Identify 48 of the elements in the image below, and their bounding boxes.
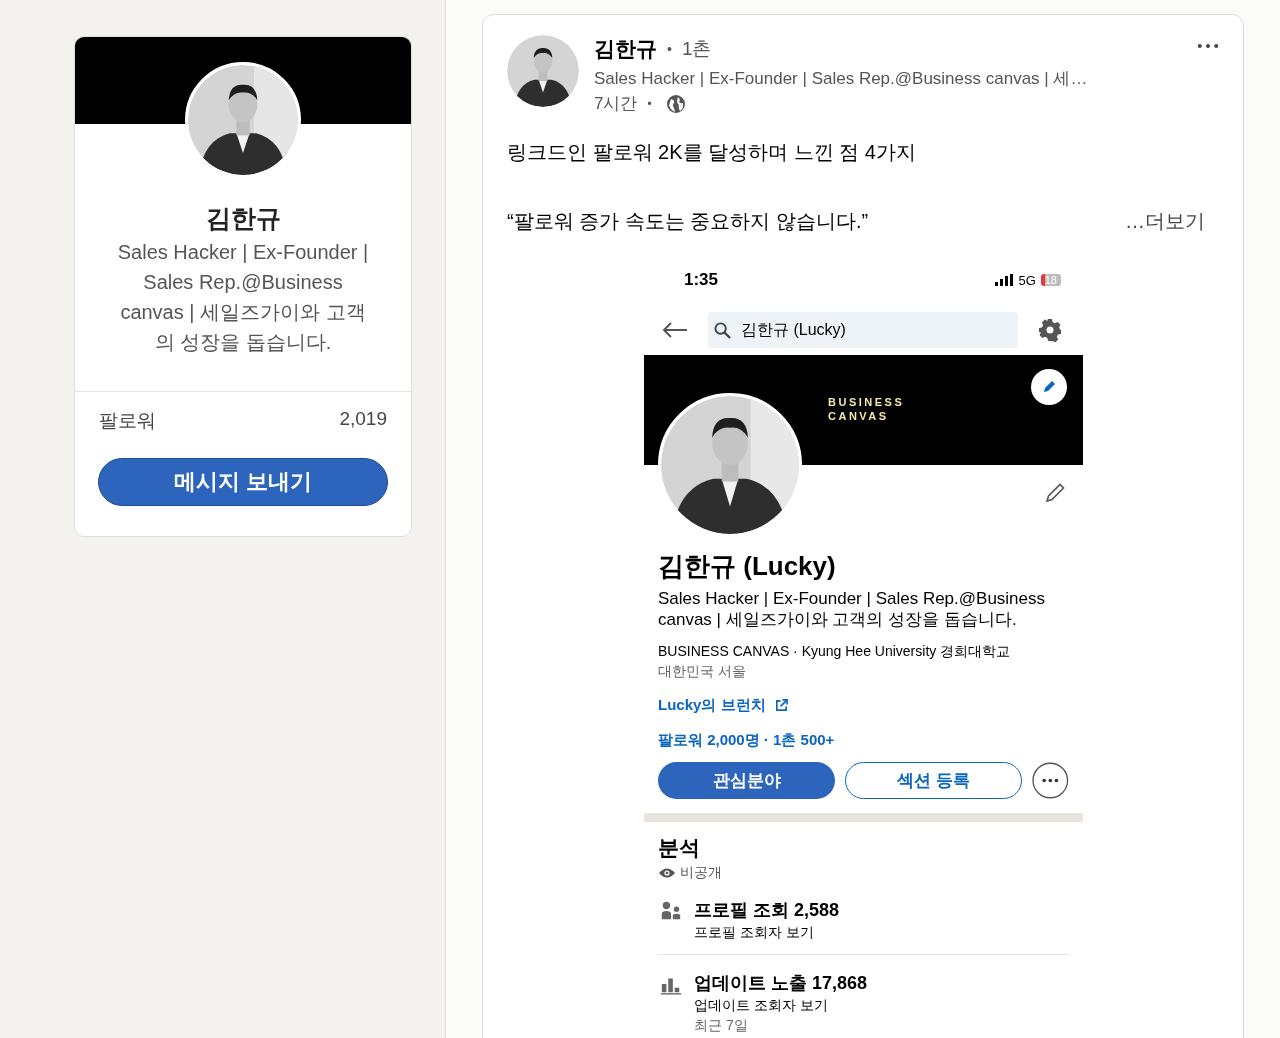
post-time: 7시간	[594, 93, 638, 115]
visibility-label: 비공개	[680, 864, 722, 882]
banner-logo-text: CANVAS	[828, 409, 890, 423]
profile-headline: Sales Hacker | Ex-Founder | Sales Rep.@Business canvas | 세일즈가이와 고객의 성장을 돕습니다.	[658, 588, 1047, 630]
connection-degree: 1촌	[681, 37, 712, 61]
stat-link[interactable]: 업데이트 조회자 보기	[694, 997, 868, 1015]
status-time: 1:35	[684, 270, 719, 290]
follower-count: 2,019	[339, 408, 387, 431]
location-text: 대한민국 서울	[658, 663, 747, 681]
education-text: BUSINESS CANVAS · Kyung Hee University 경희대학교	[658, 643, 1012, 661]
eye-icon	[658, 867, 676, 879]
external-link-icon	[774, 699, 788, 712]
profile-action-button[interactable]: 섹션 등록	[845, 762, 1023, 799]
stat-link[interactable]: 프로필 조회자 보기	[694, 924, 840, 942]
search-field[interactable]: 김한규 (Lucky)	[708, 312, 1018, 348]
more-icon[interactable]	[1197, 43, 1219, 49]
edit-banner-button[interactable]	[1031, 369, 1067, 405]
author-headline: Sales Hacker | Ex-Founder | Sales Rep.@Business canvas | 세…	[594, 68, 1089, 90]
pencil-icon[interactable]	[1043, 481, 1067, 505]
profile-headline: Sales Hacker | Ex-Founder | Sales Rep.@Business canvas | 세일즈가이와 고객의 성장을 돕습니다.	[116, 240, 370, 355]
message-button[interactable]: 메시지 보내기	[98, 458, 388, 506]
banner-logo-text: BUSINESS	[828, 395, 905, 409]
battery-indicator: 18	[1040, 274, 1061, 286]
see-more-link[interactable]: …더보기	[1125, 208, 1205, 235]
separator-dot: •	[647, 96, 652, 111]
stat-title[interactable]: 업데이트 노출 17,868	[694, 971, 868, 995]
network-label: 5G	[1018, 272, 1036, 288]
author-name[interactable]: 김한규	[594, 35, 657, 63]
search-icon	[714, 321, 731, 339]
settings-icon[interactable]	[1038, 318, 1062, 342]
post-text: “팔로워 증가 속도는 중요하지 않습니다.”	[507, 209, 869, 234]
profile-name: 김한규 (Lucky)	[658, 550, 837, 583]
people-icon	[660, 900, 682, 922]
back-arrow-icon[interactable]	[662, 321, 688, 339]
profile-action-button[interactable]: 관심분야	[658, 762, 836, 799]
stat-note: 최근 7일	[694, 1017, 749, 1035]
pencil-icon	[1041, 379, 1057, 395]
globe-icon	[665, 93, 686, 114]
stat-title[interactable]: 프로필 조회 2,588	[694, 898, 840, 922]
section-title: 분석	[658, 835, 701, 861]
signal-icon	[995, 274, 1014, 286]
more-icon[interactable]	[1032, 762, 1069, 799]
separator-dot: •	[667, 41, 672, 57]
connections-link[interactable]: 팔로워 2,000명 · 1촌 500+	[658, 731, 1069, 750]
post-text: 링크드인 팔로워 2K를 달성하며 느낀 점 4가지	[507, 140, 917, 165]
follower-label: 팔로워	[99, 409, 156, 433]
profile-name: 김한규	[205, 203, 281, 234]
website-link[interactable]: Lucky의 브런치	[658, 696, 766, 715]
